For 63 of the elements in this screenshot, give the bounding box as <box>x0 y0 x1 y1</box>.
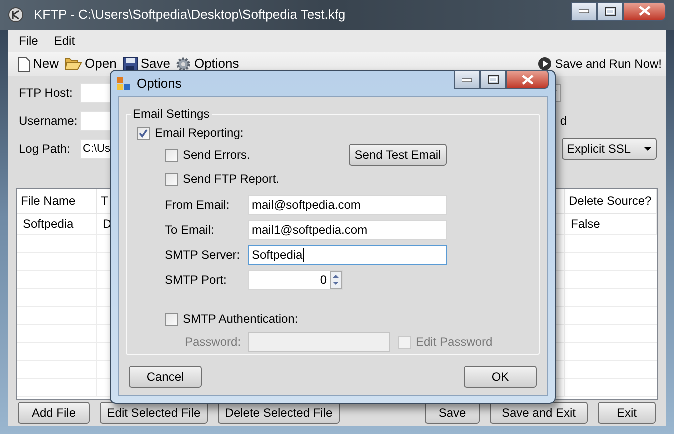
checkbox-label: Email Reporting: <box>155 125 244 142</box>
folder-icon <box>65 57 82 71</box>
maximize-button[interactable] <box>480 70 506 89</box>
maximize-icon <box>488 75 498 84</box>
menu-item[interactable]: Edit <box>54 32 76 50</box>
play-icon <box>538 57 552 71</box>
action-button[interactable]: Delete Selected File <box>218 402 340 424</box>
gear-icon <box>176 56 192 72</box>
close-button[interactable] <box>623 2 666 20</box>
window-title: KFTP - C:\Users\Softpedia\Desktop\Softpedia Test.kfg <box>34 6 346 24</box>
toolbar-button[interactable]: Open <box>65 54 117 74</box>
checkbox[interactable] <box>165 172 178 186</box>
close-icon <box>522 74 534 84</box>
column-header[interactable]: Delete Source? <box>565 189 657 213</box>
toolbar-button[interactable]: New <box>18 54 60 74</box>
column-header[interactable]: File Name <box>17 189 97 213</box>
action-button[interactable]: Save and Exit <box>490 402 588 424</box>
field-label: Username: <box>19 113 79 130</box>
encryption-dropdown[interactable]: Explicit SSL <box>562 138 657 160</box>
field-label: SMTP Server: <box>165 246 242 264</box>
field-label: SMTP Port: <box>165 272 228 289</box>
menu-item[interactable]: File <box>19 32 38 50</box>
group-title: Email Settings <box>132 106 211 123</box>
checkbox-label: Edit Password <box>416 334 493 351</box>
checkbox[interactable] <box>165 312 178 326</box>
checkbox[interactable] <box>165 148 178 162</box>
table-cell: Softpedia <box>17 214 97 234</box>
checkbox[interactable] <box>137 126 150 140</box>
close-button[interactable] <box>506 70 549 89</box>
field-label: From Email: <box>165 196 231 214</box>
action-button[interactable]: Edit Selected File <box>100 402 208 424</box>
close-icon <box>638 6 650 16</box>
field-label: d <box>560 113 567 130</box>
action-button[interactable]: Save <box>425 402 480 424</box>
table-cell: False <box>565 214 657 234</box>
field-label: Log Path: <box>19 141 72 158</box>
app-icon <box>8 7 24 23</box>
minimize-icon <box>579 9 589 13</box>
dialog-title: Options <box>137 74 182 93</box>
minimize-button[interactable] <box>571 2 597 20</box>
toolbar-button[interactable]: Options <box>176 54 240 74</box>
input-field[interactable]: mail1@softpedia.com <box>248 220 447 240</box>
port-spinner[interactable]: 0 <box>248 270 343 290</box>
input-field[interactable]: mail@softpedia.com <box>248 194 447 214</box>
send-test-email-button[interactable]: Send Test Email <box>349 144 447 166</box>
minimize-button[interactable] <box>454 70 480 89</box>
action-button[interactable]: Add File <box>18 402 90 424</box>
dialog-button[interactable]: Cancel <box>129 366 202 388</box>
checkbox-label: Send Errors. <box>183 147 250 164</box>
input-field[interactable]: Softpedia <box>248 244 447 264</box>
app-icon <box>117 76 131 90</box>
spinner-icon[interactable] <box>330 271 342 289</box>
document-icon <box>18 56 30 72</box>
checkbox-label: Send FTP Report. <box>183 171 280 188</box>
dialog-button[interactable]: OK <box>464 366 537 388</box>
field-label: Password: <box>185 334 242 351</box>
password-field[interactable] <box>248 332 390 352</box>
maximize-icon <box>604 6 616 16</box>
action-button[interactable]: Exit <box>598 402 656 424</box>
caret-icon <box>644 147 652 151</box>
checkbox-label: SMTP Authentication: <box>183 311 298 328</box>
field-label: FTP Host: <box>19 85 74 102</box>
maximize-button[interactable] <box>597 2 623 20</box>
